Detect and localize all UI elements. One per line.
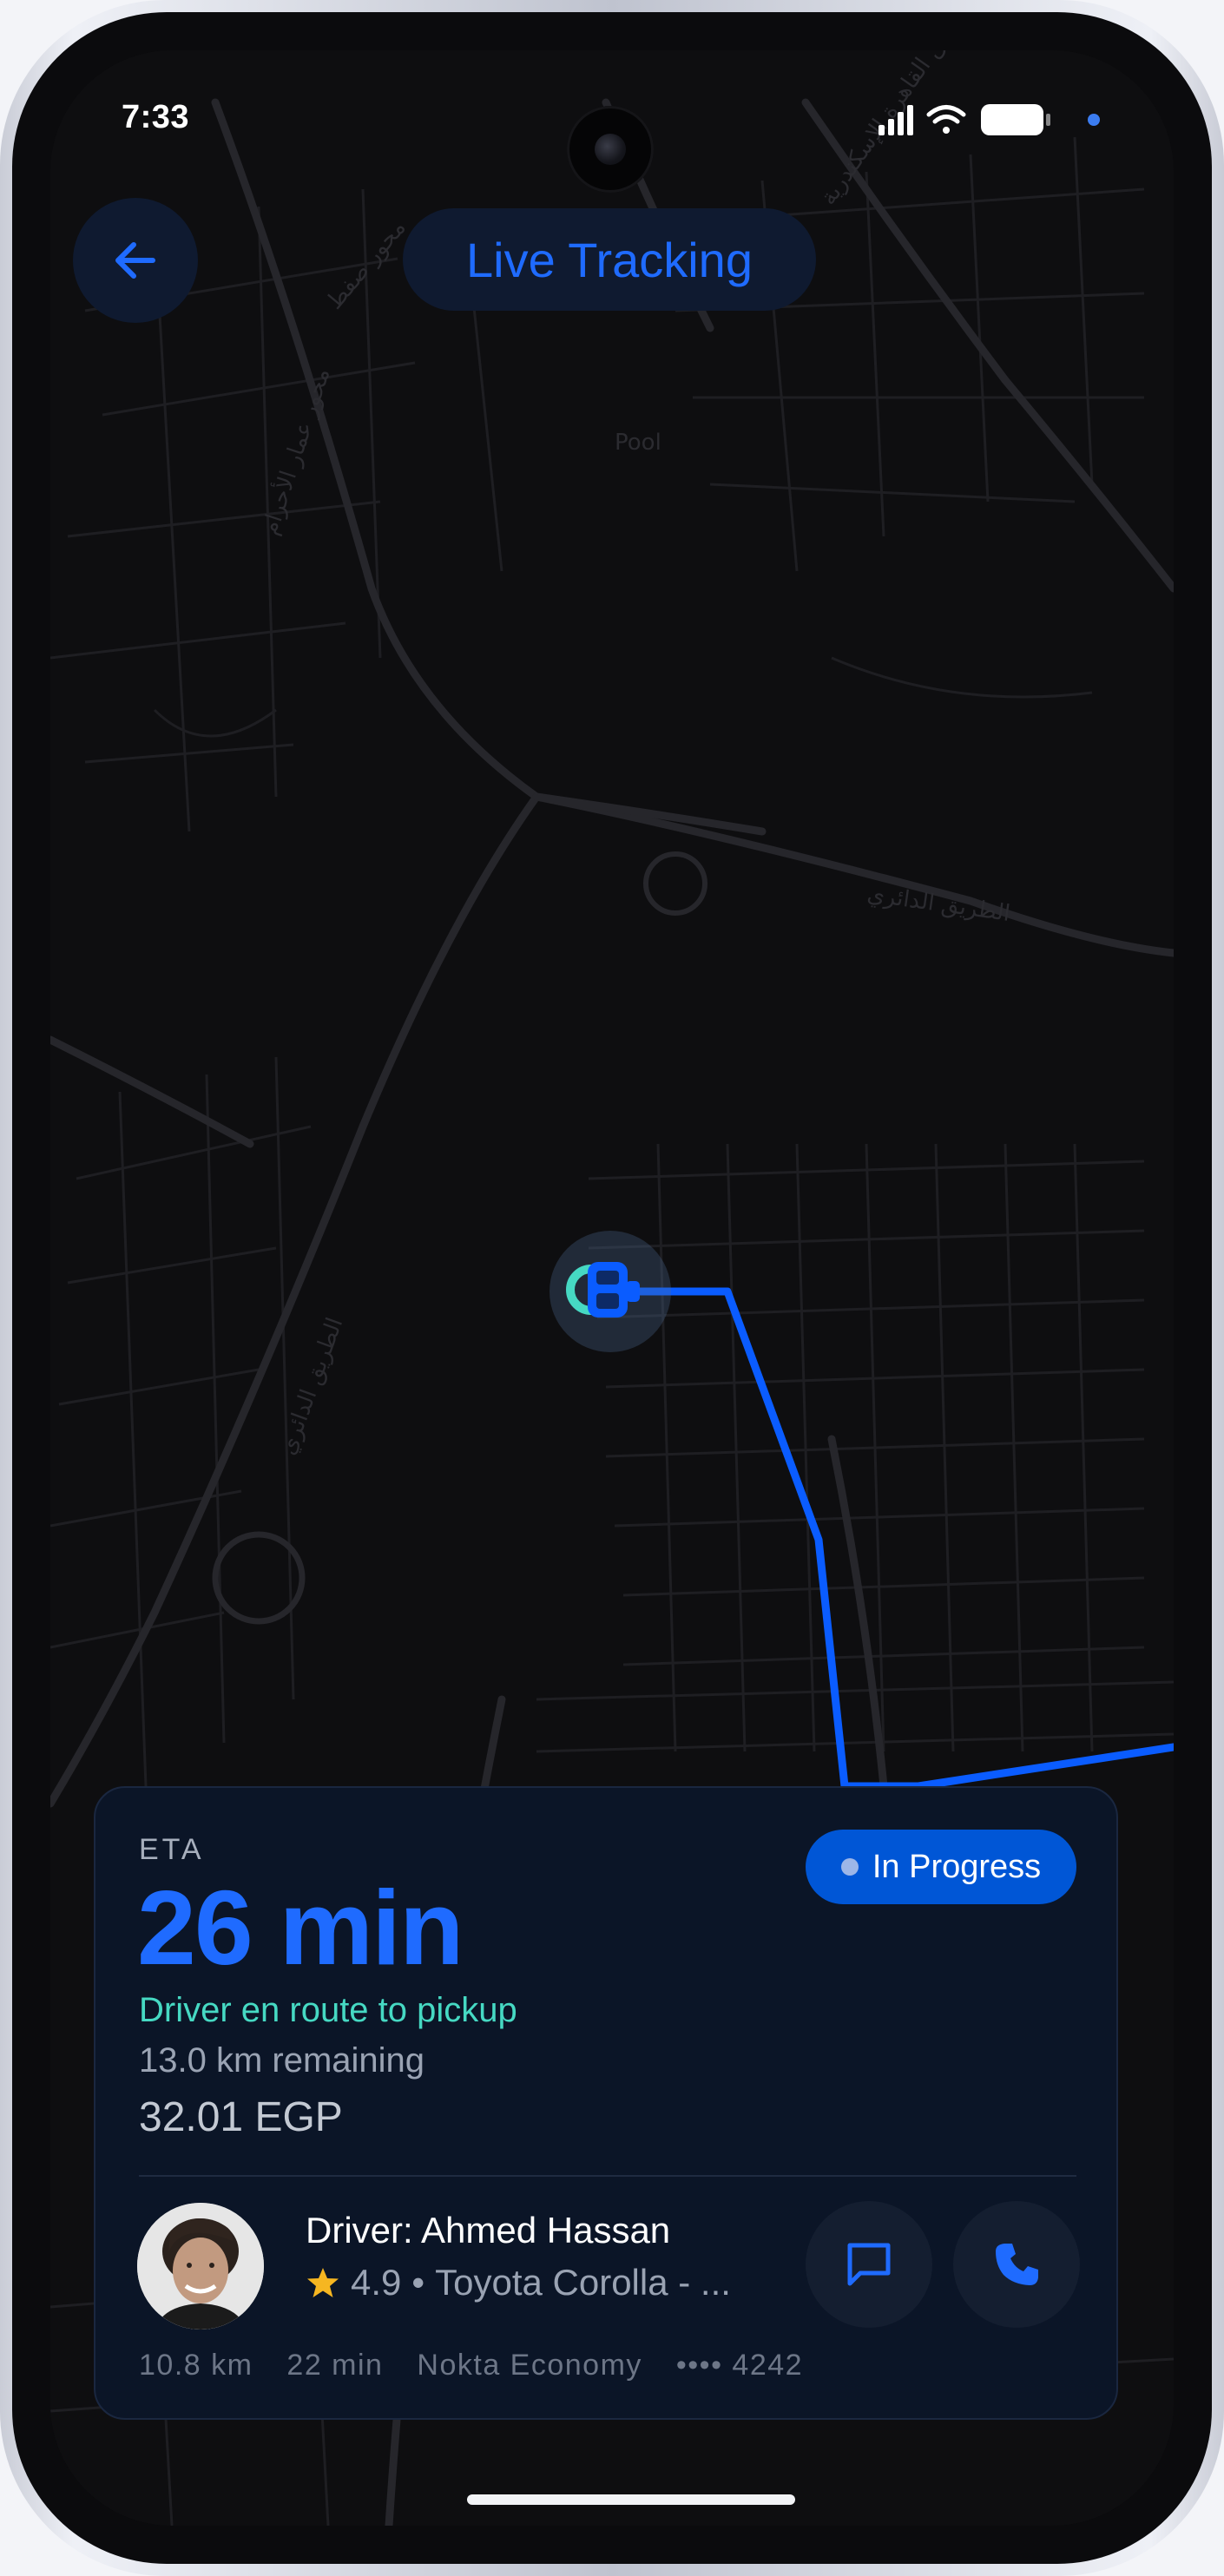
trip-status-text: Driver en route to pickup: [139, 1991, 517, 2029]
eta-value: 26 min: [137, 1869, 464, 1987]
battery-icon: [981, 104, 1050, 135]
back-button[interactable]: [73, 198, 198, 323]
eta-label: ETA: [139, 1833, 205, 1866]
home-indicator[interactable]: [467, 2494, 795, 2505]
map-street-label: Pool: [615, 430, 661, 456]
ride-type: Nokta Economy: [417, 2349, 642, 2382]
trip-duration: 22 min: [286, 2349, 384, 2382]
status-dot-icon: [840, 1858, 859, 1876]
status-badge-label: In Progress: [872, 1848, 1042, 1885]
privacy-dot-icon: [1088, 114, 1100, 126]
trip-meta-row: 10.8 km 22 min Nokta Economy •••• 4242: [139, 2349, 827, 2382]
status-time: 7:33: [122, 99, 190, 135]
driver-location-marker[interactable]: [549, 1231, 671, 1352]
card-divider: [139, 2175, 1076, 2177]
fare-amount: 32.01 EGP: [139, 2094, 343, 2140]
car-icon: [566, 1262, 640, 1318]
front-camera: [567, 106, 654, 193]
driver-vehicle: Toyota Corolla - ...: [435, 2262, 731, 2303]
distance-remaining: 13.0 km remaining: [139, 2041, 425, 2080]
page-title-pill: Live Tracking: [403, 208, 816, 311]
status-badge: In Progress: [806, 1830, 1076, 1904]
status-icons: [879, 104, 1100, 135]
payment-card: •••• 4242: [675, 2349, 804, 2382]
arrow-left-icon: [115, 242, 155, 279]
driver-name: Driver: Ahmed Hassan: [306, 2210, 671, 2251]
status-bar: 7:33: [50, 50, 1174, 193]
signal-icon: [879, 105, 913, 135]
page-title: Live Tracking: [466, 232, 753, 287]
phone-icon: [996, 2244, 1038, 2285]
driver-meta: 4.9 • Toyota Corolla - ...: [306, 2262, 757, 2303]
trip-distance: 10.8 km: [139, 2349, 253, 2382]
call-button[interactable]: [953, 2201, 1080, 2328]
meta-separator: •: [411, 2262, 425, 2303]
driver-avatar[interactable]: [137, 2203, 264, 2330]
wifi-icon: [926, 105, 966, 134]
driver-photo: [137, 2203, 264, 2330]
star-icon: [307, 2268, 339, 2297]
trip-card: ETA 26 min Driver en route to pickup 13.…: [94, 1786, 1118, 2420]
screen: الطريق الدائري الطريق الدائري طريق القاه…: [50, 50, 1174, 2526]
chat-bubble-icon: [847, 2243, 891, 2286]
chat-button[interactable]: [806, 2201, 932, 2328]
driver-rating: 4.9: [351, 2262, 402, 2303]
